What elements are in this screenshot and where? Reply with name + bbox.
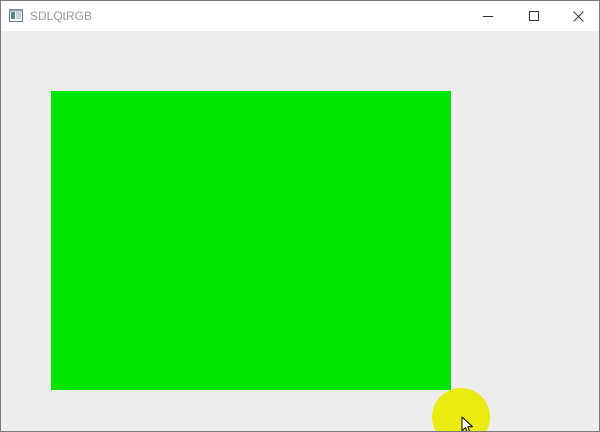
maximize-button[interactable] (511, 1, 557, 31)
close-icon (572, 10, 584, 22)
minimize-icon (483, 11, 493, 21)
app-window-icon (9, 9, 23, 22)
minimize-button[interactable] (465, 1, 511, 31)
green-rectangle (51, 91, 451, 390)
render-canvas[interactable] (1, 31, 599, 431)
title-bar[interactable]: SDLQtRGB (1, 1, 599, 31)
arrow-cursor-icon (461, 416, 475, 431)
close-button[interactable] (555, 1, 599, 31)
maximize-icon (529, 11, 539, 21)
app-window: SDLQtRGB (0, 0, 600, 432)
window-title: SDLQtRGB (30, 9, 93, 23)
